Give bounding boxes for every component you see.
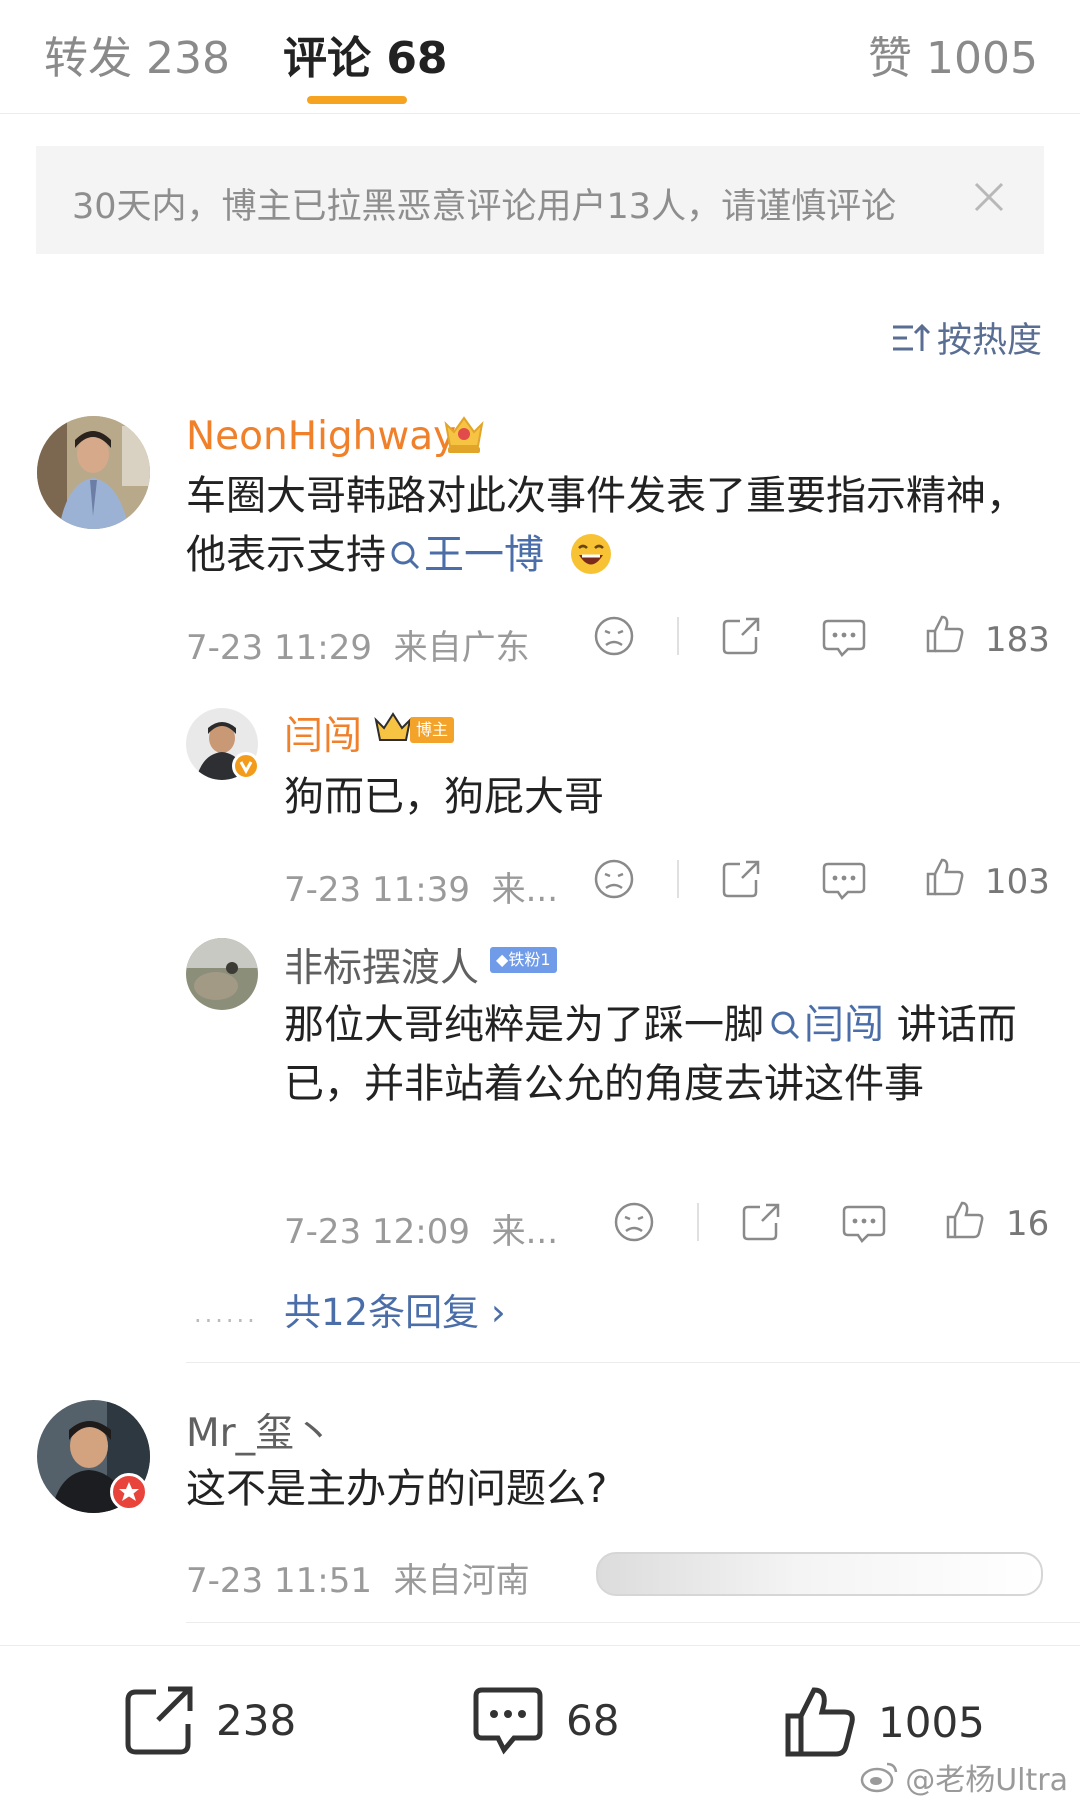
comment-meta: 7-23 11:39 来... [284,862,558,911]
repost-button[interactable]: 238 [122,1684,296,1756]
laugh-emoji-icon [570,534,611,574]
dislike-icon[interactable] [613,1201,655,1243]
share-icon[interactable] [720,858,762,900]
location: 来... [491,1212,559,1252]
timestamp: 7-23 11:29 [186,628,372,668]
comment-meta: 7-23 12:09 来... [284,1204,558,1253]
share-icon[interactable] [740,1201,782,1243]
sort-by-hot-button[interactable]: 按热度 [891,312,1042,363]
location: 来自广东 [393,628,530,668]
like-count: 1005 [878,1697,985,1747]
verified-v-badge-icon [232,752,260,780]
reply-icon[interactable] [822,860,866,902]
comment-count: 68 [566,1695,620,1745]
action-separator [677,860,679,898]
search-icon [771,1011,800,1040]
weibo-logo-icon [860,1762,898,1793]
notice-text: 30天内，博主已拉黑恶意评论用户13人，请谨慎评论 [72,187,897,227]
like-count: 103 [985,862,1050,902]
avatar[interactable] [37,416,150,529]
loading-placeholder-bar [596,1552,1043,1596]
tab-divider [0,113,1080,114]
username[interactable]: NeonHighway [186,414,456,459]
timestamp: 7-23 11:39 [284,870,470,910]
like-button[interactable]: 1005 [782,1684,985,1760]
tab-comments[interactable]: 评论 68 [283,22,448,86]
mention-name: 闫闯 [804,1002,884,1048]
comment-text: 车圈大哥韩路对此次事件发表了重要指示精神，他表示支持 王一博 [186,467,1046,585]
fan-badge: ◆铁粉1 [490,947,557,973]
comment-text: 这不是主办方的问题么? [186,1466,608,1512]
repost-count: 238 [216,1695,297,1745]
username[interactable]: 非标摆渡人 [284,937,479,993]
view-all-replies-link[interactable]: 共12条回复 › [284,1282,506,1336]
timestamp: 7-23 12:09 [284,1212,470,1252]
tab-reposts[interactable]: 转发 238 [44,22,230,86]
like-count: 16 [1006,1204,1050,1244]
comment-text: 那位大哥纯粹是为了踩一脚 闫闯 讲话而已，并非站着公允的角度去讲这件事 [284,996,1044,1114]
like-icon[interactable] [924,856,966,898]
crown-icon [372,710,414,744]
comment-icon [470,1684,546,1756]
share-icon[interactable] [720,615,762,657]
comment-meta: 7-23 11:51 来自河南 [186,1553,530,1602]
sort-icon [891,321,931,355]
active-tab-indicator [307,96,407,104]
mention-link[interactable]: 王一博 [386,532,544,578]
sort-label: 按热度 [936,321,1042,361]
close-icon[interactable] [970,178,1008,216]
like-icon [782,1684,858,1760]
more-replies-dots: ...... [194,1300,258,1328]
reply-icon[interactable] [822,617,866,659]
tab-likes[interactable]: 赞 1005 [868,22,1038,86]
like-icon[interactable] [924,613,966,655]
watermark: @老杨Ultra [859,1755,1068,1799]
search-icon [391,541,420,570]
fan-badge-label: 铁粉1 [508,950,551,969]
location: 来自河南 [393,1561,530,1601]
action-separator [677,617,679,655]
mention-link[interactable]: 闫闯 [764,1002,884,1048]
blogger-badge: 博主 [410,717,455,743]
dislike-icon[interactable] [593,615,635,657]
reply-icon[interactable] [842,1203,886,1245]
timestamp: 7-23 11:51 [186,1561,372,1601]
comment-divider [186,1362,1080,1363]
mention-name: 王一博 [424,532,544,578]
comment-text: 狗而已，狗屁大哥 [284,774,604,820]
comment-text-part: 那位大哥纯粹是为了踩一脚 [284,1002,764,1048]
like-icon[interactable] [944,1199,986,1241]
comment-meta: 7-23 11:29 来自广东 [186,620,530,669]
comment-button[interactable]: 68 [470,1684,619,1756]
like-count: 183 [985,620,1050,660]
share-icon [122,1684,196,1756]
verified-star-badge-icon [110,1473,148,1511]
action-separator [697,1203,699,1241]
avatar[interactable] [186,938,258,1010]
watermark-text: @老杨Ultra [905,1763,1068,1798]
location: 来... [491,870,559,910]
username[interactable]: Mr_玺丶 [186,1402,333,1458]
comment-divider [186,1622,1080,1623]
blocked-users-notice: 30天内，博主已拉黑恶意评论用户13人，请谨慎评论 [36,146,1044,254]
crown-vip-icon [440,410,488,456]
dislike-icon[interactable] [593,858,635,900]
username[interactable]: 闫闯 [284,705,362,761]
